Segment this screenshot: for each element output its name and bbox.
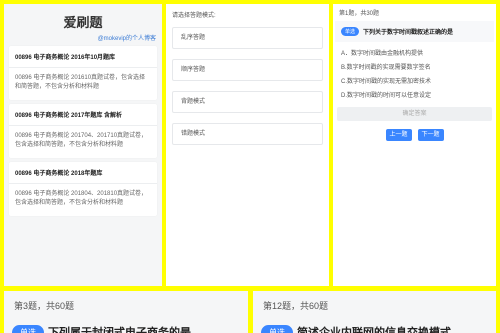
mode-button-wrong[interactable]: 错题模式 [172,123,323,145]
question-header: 单选 下列关于数字时间戳叙述正确的是 [335,21,494,42]
bank-card-desc: 00896 电子商务概论 201610真题试卷，包含选择和简答题，不包含分析和材… [15,75,146,90]
option-d[interactable]: D.数字时间戳的时间可以任意设定 [341,90,488,99]
bank-list-panel: 爱刷题 @mokevip的个人博客 00896 电子商务概论 2016年10月题… [4,4,162,286]
question-progress: 第1题，共30题 [339,11,380,17]
bank-card[interactable]: 00896 电子商务概论 2018年题库 00896 电子商务概论 201804… [9,162,157,216]
bottom-question-panel-left: 第3题，共60题 单选 下列属于封闭式电子商务的是 [4,291,248,333]
question-text: 下列关于数字时间戳叙述正确的是 [363,30,454,36]
question-type-badge: 单选 [261,324,293,333]
question-header: 单选 下列属于封闭式电子商务的是 [4,320,248,333]
option-c[interactable]: C.数字时间戳的实现无需加密技术 [341,76,488,85]
mode-button-memorize[interactable]: 背题模式 [172,91,323,113]
question-progress: 第12题，共60题 [263,301,329,311]
confirm-answer-button[interactable]: 确定答案 [337,107,492,121]
bank-card-desc: 00896 电子商务概论 201704、201710真题试卷，包含选择和简答题，… [15,133,148,148]
question-nav: 上一题 下一题 [333,129,496,141]
question-progress: 第3题，共60题 [14,301,75,311]
question-text: 简述企业内联网的信息交换模式 [297,327,451,333]
option-b[interactable]: B.数字时间戳的实现需要数字签名 [341,62,488,71]
bank-card[interactable]: 00896 电子商务概论 2017年题库 含解析 00896 电子商务概论 20… [9,104,157,158]
question-panel: 第1题，共30题 单选 下列关于数字时间戳叙述正确的是 A．数字时间戳由金融机构… [333,4,496,286]
app-subtitle-link[interactable]: @mokevip的个人博客 [4,31,162,46]
bank-card-title: 00896 电子商务概论 2017年题库 含解析 [9,104,157,126]
prev-question-button[interactable]: 上一题 [385,129,412,141]
bank-card-title: 00896 电子商务概论 2016年10月题库 [9,46,157,68]
question-type-badge: 单选 [341,27,360,36]
question-header: 单选 简述企业内联网的信息交换模式 [253,320,496,333]
bank-card-desc: 00896 电子商务概论 201804、201810真题试卷，包含选择和简答题，… [15,191,148,206]
mode-button-sequential[interactable]: 顺序答题 [172,59,323,81]
question-type-badge: 单选 [12,324,44,333]
bottom-question-panel-right: 第12题，共60题 单选 简述企业内联网的信息交换模式 [253,291,496,333]
bank-card-title: 00896 电子商务概论 2018年题库 [9,162,157,184]
mode-button-shuffle[interactable]: 乱序答题 [172,27,323,49]
option-a[interactable]: A．数字时间戳由金融机构提供 [341,48,488,57]
question-text: 下列属于封闭式电子商务的是 [48,327,191,333]
next-question-button[interactable]: 下一题 [417,129,444,141]
app-title: 爱刷题 [63,15,103,30]
mode-select-panel: 请选择答题模式: 乱序答题 顺序答题 背题模式 错题模式 [166,4,329,286]
bank-card[interactable]: 00896 电子商务概论 2016年10月题库 00896 电子商务概论 201… [9,46,157,100]
options-list: A．数字时间戳由金融机构提供 B.数字时间戳的实现需要数字签名 C.数字时间戳的… [333,42,496,99]
mode-prompt: 请选择答题模式: [172,13,216,19]
